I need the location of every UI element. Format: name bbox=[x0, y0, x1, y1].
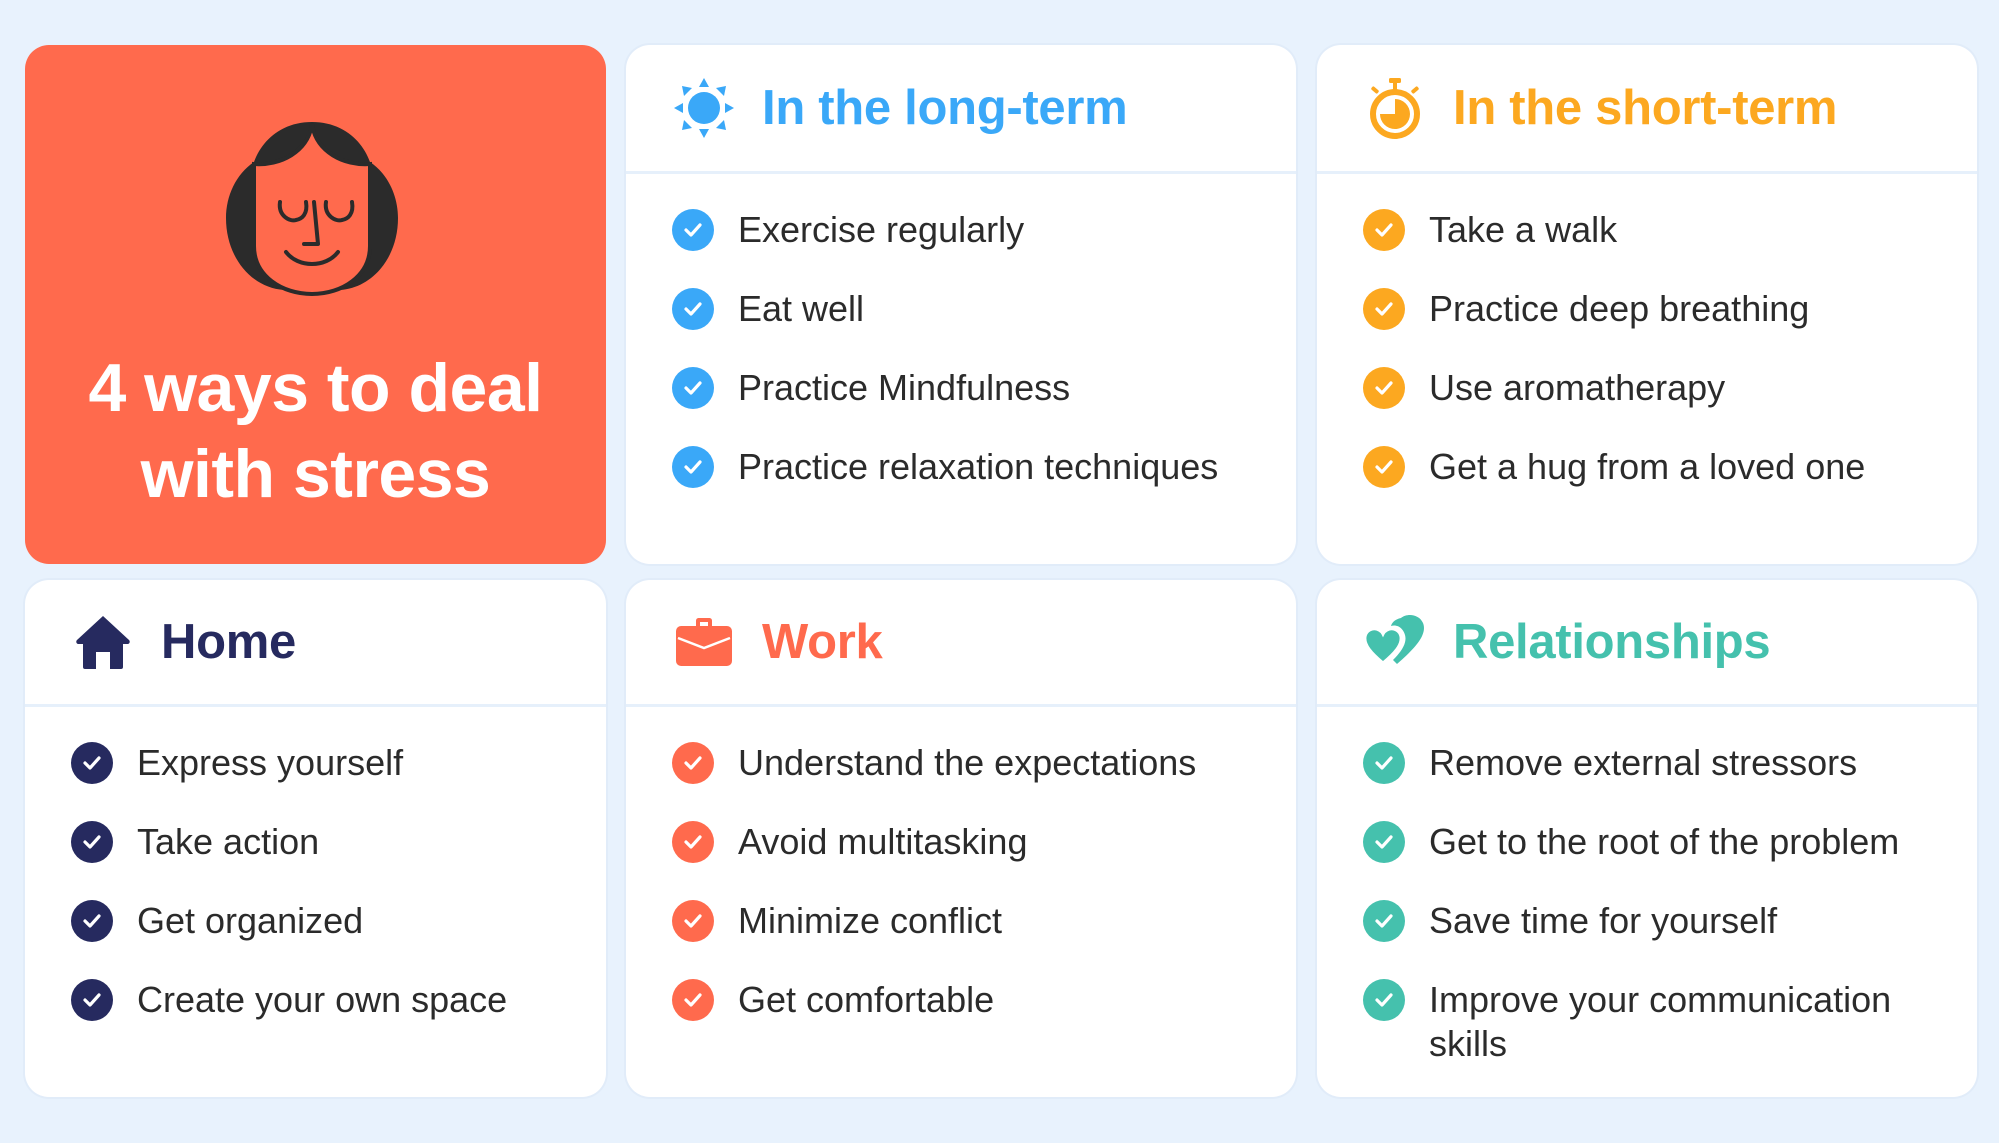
card-header: Home bbox=[25, 580, 606, 707]
hero-title-line-1: 4 ways to deal bbox=[88, 350, 543, 426]
house-icon bbox=[71, 610, 135, 674]
list-item: Save time for yourself bbox=[1363, 899, 1963, 978]
card-long-term: In the long-term Exercise regularly Eat … bbox=[626, 45, 1296, 564]
check-circle-icon bbox=[672, 446, 714, 488]
list-item: Avoid multitasking bbox=[672, 820, 1282, 899]
check-circle-icon bbox=[1363, 446, 1405, 488]
list-item: Remove external stressors bbox=[1363, 741, 1963, 820]
list-item-text: Save time for yourself bbox=[1429, 900, 1778, 941]
stopwatch-icon bbox=[1363, 76, 1427, 140]
list-item-text: Create your own space bbox=[137, 979, 508, 1020]
list-item-text: Eat well bbox=[738, 288, 865, 329]
check-circle-icon bbox=[672, 367, 714, 409]
list-item-text: Take action bbox=[137, 821, 320, 862]
list-item-text: Get organized bbox=[137, 900, 364, 941]
list-item: Get to the root of the problem bbox=[1363, 820, 1963, 899]
list-item-text: Express yourself bbox=[137, 742, 404, 783]
list-item-text: Understand the expectations bbox=[738, 742, 1197, 783]
tips-list: Express yourself Take action Get organiz… bbox=[25, 707, 606, 1057]
list-item-text: Use aromatherapy bbox=[1429, 367, 1726, 408]
card-title: Work bbox=[762, 615, 883, 669]
check-circle-icon bbox=[71, 900, 113, 942]
list-item: Take action bbox=[71, 820, 592, 899]
card-header: In the short-term bbox=[1317, 45, 1977, 174]
card-short-term: In the short-term Take a walk Practice d… bbox=[1317, 45, 1977, 564]
check-circle-icon bbox=[672, 900, 714, 942]
card-home: Home Express yourself Take action Get or… bbox=[25, 580, 606, 1097]
card-header: In the long-term bbox=[626, 45, 1296, 174]
hero-title: 4 ways to deal with stress bbox=[25, 345, 606, 517]
list-item-text: Get to the root of the problem bbox=[1429, 821, 1900, 862]
list-item-text: Practice deep breathing bbox=[1429, 288, 1810, 329]
list-item: Improve your communication skills bbox=[1363, 978, 1963, 1066]
list-item: Take a walk bbox=[1363, 208, 1963, 287]
calm-face-illustration bbox=[226, 122, 398, 297]
list-item: Get comfortable bbox=[672, 978, 1282, 1057]
list-item: Understand the expectations bbox=[672, 741, 1282, 820]
list-item-text: Remove external stressors bbox=[1429, 742, 1858, 783]
list-item: Use aromatherapy bbox=[1363, 366, 1963, 445]
check-circle-icon bbox=[672, 209, 714, 251]
list-item-text: Get a hug from a loved one bbox=[1429, 446, 1866, 487]
list-item: Express yourself bbox=[71, 741, 592, 820]
card-title: In the long-term bbox=[762, 81, 1128, 135]
list-item-text: Minimize conflict bbox=[738, 900, 1003, 941]
list-item: Practice relaxation techniques bbox=[672, 445, 1282, 524]
list-item: Create your own space bbox=[71, 978, 592, 1057]
hearts-icon bbox=[1363, 610, 1427, 674]
list-item: Eat well bbox=[672, 287, 1282, 366]
list-item-text: Exercise regularly bbox=[738, 209, 1025, 250]
list-item: Practice deep breathing bbox=[1363, 287, 1963, 366]
list-item-text: Take a walk bbox=[1429, 209, 1618, 250]
card-header: Work bbox=[626, 580, 1296, 707]
check-circle-icon bbox=[672, 821, 714, 863]
tips-list: Understand the expectations Avoid multit… bbox=[626, 707, 1296, 1057]
list-item-text: Practice Mindfulness bbox=[738, 367, 1071, 408]
list-item: Get organized bbox=[71, 899, 592, 978]
sun-icon bbox=[672, 76, 736, 140]
check-circle-icon bbox=[672, 288, 714, 330]
card-title: In the short-term bbox=[1453, 81, 1838, 135]
hero-card: 4 ways to deal with stress bbox=[25, 45, 606, 564]
hero-title-line-2: with stress bbox=[140, 436, 491, 512]
card-work: Work Understand the expectations Avoid m… bbox=[626, 580, 1296, 1097]
card-header: Relationships bbox=[1317, 580, 1977, 707]
check-circle-icon bbox=[672, 742, 714, 784]
check-circle-icon bbox=[71, 821, 113, 863]
check-circle-icon bbox=[1363, 367, 1405, 409]
check-circle-icon bbox=[1363, 742, 1405, 784]
tips-list: Exercise regularly Eat well Practice Min… bbox=[626, 174, 1296, 524]
check-circle-icon bbox=[71, 979, 113, 1021]
card-title: Relationships bbox=[1453, 615, 1771, 669]
check-circle-icon bbox=[1363, 288, 1405, 330]
list-item: Practice Mindfulness bbox=[672, 366, 1282, 445]
list-item-text: Avoid multitasking bbox=[738, 821, 1028, 862]
check-circle-icon bbox=[672, 979, 714, 1021]
check-circle-icon bbox=[1363, 821, 1405, 863]
check-circle-icon bbox=[1363, 979, 1405, 1021]
list-item-text: Get comfortable bbox=[738, 979, 995, 1020]
check-circle-icon bbox=[1363, 209, 1405, 251]
list-item-text: Practice relaxation techniques bbox=[738, 446, 1219, 487]
tips-list: Take a walk Practice deep breathing Use … bbox=[1317, 174, 1977, 524]
card-relationships: Relationships Remove external stressors … bbox=[1317, 580, 1977, 1097]
list-item: Minimize conflict bbox=[672, 899, 1282, 978]
tips-list: Remove external stressors Get to the roo… bbox=[1317, 707, 1977, 1066]
card-title: Home bbox=[161, 615, 296, 669]
briefcase-icon bbox=[672, 610, 736, 674]
check-circle-icon bbox=[71, 742, 113, 784]
list-item: Exercise regularly bbox=[672, 208, 1282, 287]
list-item: Get a hug from a loved one bbox=[1363, 445, 1963, 524]
check-circle-icon bbox=[1363, 900, 1405, 942]
list-item-text: Improve your communication skills bbox=[1429, 979, 1892, 1064]
